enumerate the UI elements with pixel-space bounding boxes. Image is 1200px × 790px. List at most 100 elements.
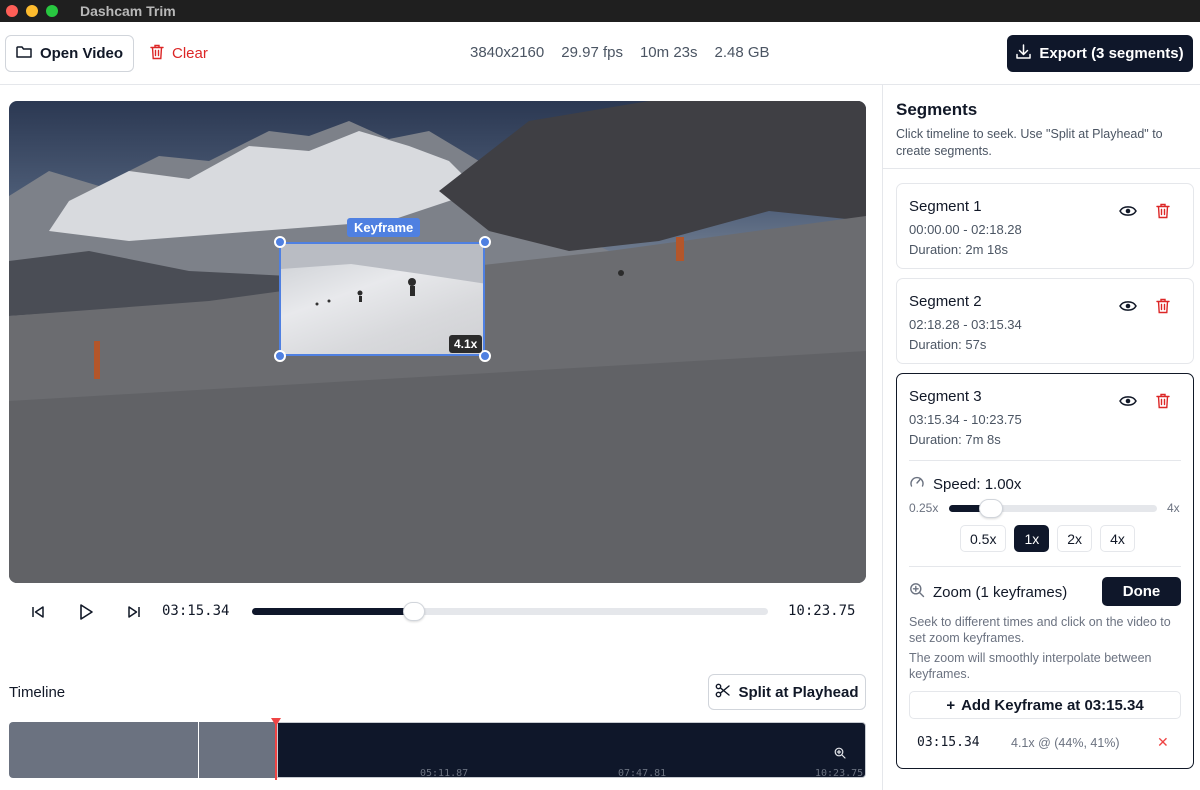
- segment-title: Segment 1: [909, 198, 982, 215]
- speed-control: Speed: 1.00x: [909, 474, 1021, 494]
- speed-slider[interactable]: [949, 499, 1157, 518]
- playhead[interactable]: [275, 720, 277, 780]
- split-at-playhead-button[interactable]: Split at Playhead: [708, 674, 866, 710]
- timeline-tick: 07:47.81: [618, 768, 667, 779]
- remove-keyframe-icon[interactable]: ✕: [1157, 734, 1169, 751]
- segments-header: Segments Click timeline to seek. Use "Sp…: [883, 85, 1200, 169]
- skip-back-button[interactable]: [27, 601, 49, 623]
- divider: [909, 566, 1181, 567]
- speed-preset-2x[interactable]: 2x: [1057, 525, 1093, 552]
- segment-title: Segment 3: [909, 388, 982, 405]
- maximize-window-button[interactable]: [46, 5, 58, 17]
- zoom-help-text: Seek to different times and click on the…: [909, 615, 1171, 646]
- filesize-text: 2.48 GB: [714, 44, 770, 61]
- export-label: Export (3 segments): [1039, 45, 1184, 62]
- export-button[interactable]: Export (3 segments): [1007, 35, 1193, 72]
- speed-min-label: 0.25x: [909, 501, 939, 515]
- total-time: 10:23.75: [788, 603, 856, 619]
- seek-bar[interactable]: [252, 602, 768, 621]
- app-title: Dashcam Trim: [80, 3, 176, 19]
- zoom-in-icon: [909, 582, 925, 602]
- segments-panel: Segments Click timeline to seek. Use "Sp…: [882, 85, 1200, 790]
- add-keyframe-button[interactable]: + Add Keyframe at 03:15.34: [909, 691, 1181, 719]
- segment-duration: Duration: 57s: [909, 337, 987, 352]
- segment-duration: Duration: 7m 8s: [909, 432, 1001, 447]
- zoom-label: Zoom (1 keyframes): [933, 583, 1068, 601]
- keyframe-time: 03:15.34: [917, 735, 980, 750]
- split-label: Split at Playhead: [738, 683, 859, 701]
- zoom-level-badge: 4.1x: [449, 335, 483, 353]
- eye-icon[interactable]: [1119, 394, 1137, 413]
- segment-duration: Duration: 2m 18s: [909, 242, 1008, 257]
- resize-handle-nw[interactable]: [274, 236, 286, 248]
- segments-description: Click timeline to seek. Use "Split at Pl…: [896, 127, 1163, 158]
- clear-button[interactable]: Clear: [150, 35, 208, 72]
- seek-bar-thumb[interactable]: [402, 602, 425, 621]
- speed-preset-1x[interactable]: 1x: [1014, 525, 1050, 552]
- trash-icon[interactable]: [1156, 393, 1170, 414]
- segment-title: Segment 2: [909, 293, 982, 310]
- trash-icon[interactable]: [1156, 298, 1170, 319]
- timeline-segment-3[interactable]: [277, 722, 866, 778]
- play-icon: [80, 604, 93, 620]
- segment-card-1[interactable]: Segment 1 00:00.00 - 02:18.28 Duration: …: [896, 183, 1194, 269]
- skip-forward-icon: [128, 606, 140, 618]
- resize-handle-sw[interactable]: [274, 350, 286, 362]
- segment-card-2[interactable]: Segment 2 02:18.28 - 03:15.34 Duration: …: [896, 278, 1194, 364]
- minimize-window-button[interactable]: [26, 5, 38, 17]
- trash-icon[interactable]: [1156, 203, 1170, 224]
- gauge-icon: [909, 474, 925, 494]
- keyframe-list-item[interactable]: 03:15.34 4.1x @ (44%, 41%) ✕: [909, 729, 1181, 757]
- speed-presets: 0.5x 1x 2x 4x: [960, 525, 1135, 552]
- seek-bar-progress: [252, 608, 414, 615]
- eye-icon[interactable]: [1119, 299, 1137, 318]
- clear-label: Clear: [172, 45, 208, 62]
- duration-text: 10m 23s: [639, 44, 698, 61]
- timeline-heading: Timeline: [9, 684, 66, 701]
- segment-card-3[interactable]: Segment 3 03:15.34 - 10:23.75 Duration: …: [896, 373, 1194, 769]
- eye-icon[interactable]: [1119, 204, 1137, 223]
- trash-icon: [150, 44, 164, 64]
- zoom-control: Zoom (1 keyframes): [909, 582, 1067, 602]
- download-icon: [1016, 44, 1032, 63]
- resolution-text: 3840x2160: [470, 44, 545, 61]
- video-preview[interactable]: Keyframe 4.1x: [9, 101, 866, 583]
- skip-back-icon: [32, 606, 44, 618]
- playhead-marker[interactable]: [271, 718, 281, 726]
- done-button[interactable]: Done: [1102, 577, 1181, 606]
- timeline-track[interactable]: 05:11.87 07:47.81 10:23.75: [9, 718, 866, 780]
- speed-preset-0.5x[interactable]: 0.5x: [960, 525, 1007, 552]
- playback-controls: 03:15.34 10:23.75: [0, 595, 880, 629]
- window-controls: [6, 5, 58, 17]
- segment-range: 03:15.34 - 10:23.75: [909, 412, 1022, 427]
- add-keyframe-label: Add Keyframe at 03:15.34: [961, 696, 1144, 714]
- open-video-button[interactable]: Open Video: [5, 35, 134, 72]
- keyframe-value: 4.1x @ (44%, 41%): [1011, 736, 1120, 750]
- speed-preset-4x[interactable]: 4x: [1100, 525, 1135, 552]
- fps-text: 29.97 fps: [561, 44, 623, 61]
- timeline-segment-2[interactable]: [199, 722, 276, 778]
- speed-label: Speed: 1.00x: [933, 475, 1022, 493]
- title-bar: Dashcam Trim: [0, 0, 1200, 22]
- close-window-button[interactable]: [6, 5, 18, 17]
- timeline-tick: 05:11.87: [420, 768, 469, 779]
- timeline-segment-1[interactable]: [9, 722, 198, 778]
- current-time: 03:15.34: [162, 603, 230, 619]
- open-video-label: Open Video: [39, 45, 124, 62]
- zoom-in-icon: [834, 746, 846, 764]
- timeline-tick: 10:23.75: [815, 768, 864, 779]
- play-button[interactable]: [75, 601, 97, 623]
- zoom-help-text: The zoom will smoothly interpolate betwe…: [909, 651, 1152, 682]
- segment-range: 02:18.28 - 03:15.34: [909, 317, 1022, 332]
- speed-slider-thumb[interactable]: [978, 499, 1003, 518]
- video-info: 3840x2160 29.97 fps 10m 23s 2.48 GB: [470, 44, 770, 61]
- plus-icon: +: [946, 696, 956, 714]
- resize-handle-ne[interactable]: [479, 236, 491, 248]
- toolbar: Open Video Clear 3840x2160 29.97 fps 10m…: [0, 22, 1200, 85]
- scissors-icon: [715, 683, 731, 702]
- segments-title: Segments: [896, 100, 978, 119]
- skip-forward-button[interactable]: [123, 601, 145, 623]
- folder-icon: [16, 45, 32, 63]
- segment-range: 00:00.00 - 02:18.28: [909, 222, 1022, 237]
- keyframe-tag: Keyframe: [347, 218, 421, 237]
